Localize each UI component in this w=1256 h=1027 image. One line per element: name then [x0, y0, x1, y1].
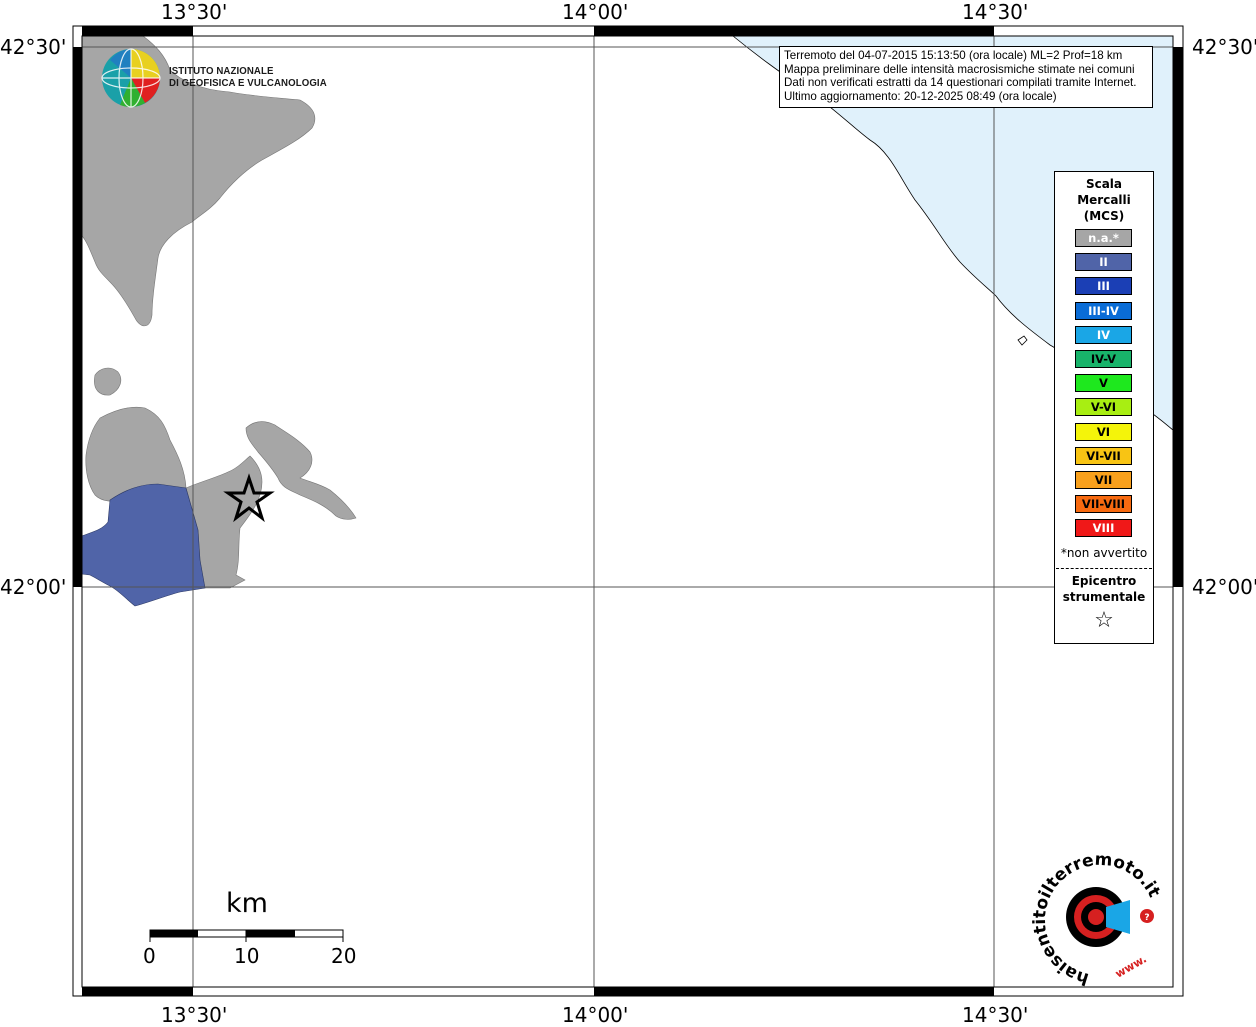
legend-item: V-VI	[1075, 398, 1132, 417]
legend-epicenter-line2: strumentale	[1062, 590, 1146, 604]
info-line-4: Ultimo aggiornamento: 20-12-2025 08:49 (…	[784, 89, 1057, 103]
ingv-institute-name: ISTITUTO NAZIONALE DI GEOFISICA E VULCAN…	[169, 65, 327, 89]
earthquake-info-box: Terremoto del 04-07-2015 15:13:50 (ora l…	[779, 46, 1153, 108]
haisentito-www: www.	[1113, 952, 1149, 980]
legend-item: III	[1075, 277, 1132, 296]
legend-item: VIII	[1075, 519, 1132, 538]
legend-item: IV	[1075, 325, 1132, 344]
lat-label-right-4230: 42°30'	[1192, 35, 1256, 59]
scale-label-20: 20	[331, 944, 357, 968]
scale-title: km	[226, 888, 268, 919]
legend-item: IV-V	[1075, 350, 1132, 368]
legend-separator	[1056, 568, 1152, 569]
legend-title-line1: Scala	[1085, 177, 1123, 191]
info-line-2: Mappa preliminare delle intensità macros…	[784, 62, 1135, 76]
legend-item: VII-VIII	[1075, 495, 1132, 514]
ingv-name-line2: DI GEOFISICA E VULCANOLOGIA	[169, 77, 327, 89]
municipality-na-far-east	[245, 421, 357, 520]
legend-item: VI-VII	[1075, 446, 1132, 465]
legend-title-line2: Mercalli	[1077, 193, 1131, 207]
haisentito-text: haisentitoilterremoto.it	[1030, 850, 1164, 989]
legend-item: n.a.*	[1075, 229, 1132, 247]
municipality-na-blob	[94, 367, 122, 396]
lat-label-right-4200: 42°00'	[1192, 575, 1256, 599]
legend-title: Scala Mercalli (MCS)	[1055, 176, 1153, 224]
info-line-1: Terremoto del 04-07-2015 15:13:50 (ora l…	[784, 49, 1123, 62]
scale-label-0: 0	[143, 944, 156, 968]
lon-label-bottom-1400: 14°00'	[562, 1003, 629, 1027]
lon-label-top-1330: 13°30'	[161, 0, 228, 24]
islet	[1017, 335, 1028, 346]
scale-label-10: 10	[234, 944, 260, 968]
legend-note: *non avvertito	[1060, 546, 1148, 560]
info-line-3: Dati non verificati estratti da 14 quest…	[784, 76, 1137, 89]
lat-label-left-4230: 42°30'	[0, 35, 67, 59]
legend-epicenter-line1: Epicentro	[1071, 574, 1137, 588]
legend-item: V	[1075, 374, 1132, 393]
mcs-legend: Scala Mercalli (MCS) n.a.* II III III-IV IV I…	[1054, 171, 1154, 644]
legend-item: III-IV	[1075, 301, 1132, 320]
municipality-intensity-II	[81, 483, 206, 607]
lon-label-bottom-1430: 14°30'	[962, 1003, 1029, 1027]
legend-item: VI	[1075, 422, 1132, 441]
lon-label-top-1430: 14°30'	[962, 0, 1029, 24]
scale-bar	[149, 929, 344, 942]
lon-label-bottom-1330: 13°30'	[161, 1003, 228, 1027]
ingv-logo-icon	[101, 48, 161, 108]
ingv-name-line1: ISTITUTO NAZIONALE	[169, 65, 274, 77]
lon-label-top-1400: 14°00'	[562, 0, 629, 24]
legend-epicenter-label: Epicentro strumentale	[1055, 573, 1153, 605]
lat-label-left-4200: 42°00'	[0, 575, 67, 599]
haisentito-text-ring: haisentitoilterremoto.it www.	[1030, 850, 1164, 989]
legend-item: II	[1075, 253, 1132, 272]
legend-item: VII	[1075, 471, 1132, 489]
legend-title-line3: (MCS)	[1083, 209, 1125, 223]
legend-star-icon: ☆	[1094, 608, 1114, 633]
svg-text:haisentitoilterremoto.it: haisentitoilterremoto.it	[1030, 850, 1164, 989]
